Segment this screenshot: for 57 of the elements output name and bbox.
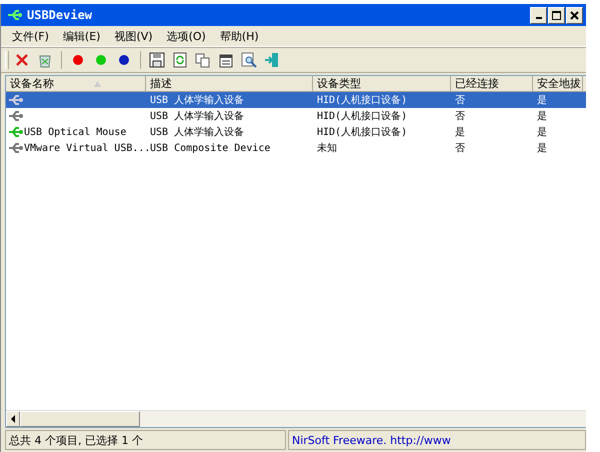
table-cell-text: 否: [455, 110, 465, 123]
door-icon: [264, 52, 280, 68]
table-cell-text: HID(人机接口设备): [317, 94, 408, 107]
table-cell-text: USB 人体学输入设备: [150, 126, 244, 139]
column-header[interactable]: 设备名称: [6, 76, 146, 91]
table-cell-text: 是: [537, 94, 547, 107]
dot-icon: [72, 54, 84, 66]
menu-item[interactable]: 视图(V): [107, 28, 160, 44]
menu-item[interactable]: 帮助(H): [212, 28, 266, 44]
save-button[interactable]: [147, 50, 167, 70]
search-icon: [241, 52, 257, 68]
table-cell-text: 否: [455, 94, 465, 107]
floppy-icon: [149, 52, 165, 68]
maximize-button[interactable]: [548, 6, 565, 24]
table-cell: USB Optical Mouse: [24, 126, 126, 138]
scroll-left-button[interactable]: [6, 411, 20, 427]
column-header[interactable]: 描述: [146, 76, 313, 91]
table-cell-text: 是: [537, 142, 547, 155]
table-cell: VMware Virtual USB...: [24, 142, 150, 154]
minimize-button[interactable]: [530, 6, 547, 24]
document-icon: [218, 52, 234, 68]
dot-icon: [95, 54, 107, 66]
dot-icon: [118, 54, 130, 66]
usb-icon: [7, 8, 23, 22]
table-cell-text: 未知: [317, 142, 337, 155]
menu-item[interactable]: 编辑(E): [56, 28, 108, 44]
table-row[interactable]: USB Optical Mouse USB 人体学输入设备 HID(人机接口设备) 是 是: [6, 124, 586, 140]
refresh-icon: [172, 52, 188, 68]
copy-icon: [195, 52, 211, 68]
table-cell-text: 是: [537, 126, 547, 139]
table-cell-text: HID(人机接口设备): [317, 126, 408, 139]
table-cell-text: USB 人体学输入设备: [150, 94, 244, 107]
cross-icon: [14, 52, 30, 68]
table-row[interactable]: USB 人体学输入设备 HID(人机接口设备) 否 是: [6, 108, 586, 124]
status-text: 总共 4 个项目, 已选择 1 个: [5, 430, 286, 450]
table-cell-text: HID(人机接口设备): [317, 110, 408, 123]
scrollbar-thumb[interactable]: [20, 411, 140, 427]
left-arrow-icon: [10, 415, 16, 423]
table-row[interactable]: VMware Virtual USB...USB Composite Device 未知 否 是: [6, 140, 586, 156]
status-link[interactable]: NirSoft Freeware. http://www: [288, 430, 586, 450]
column-header[interactable]: 已经连接: [451, 76, 533, 91]
table-cell-text: USB 人体学输入设备: [150, 110, 244, 123]
table-cell: USB Composite Device: [150, 142, 270, 154]
close-button[interactable]: [566, 6, 583, 24]
menu-item[interactable]: 文件(F): [5, 28, 56, 44]
window-title: USBDeview: [27, 8, 94, 22]
find-button[interactable]: [239, 50, 259, 70]
table-cell-text: 否: [455, 142, 465, 155]
maximize-icon: [552, 10, 561, 20]
close-icon: [570, 10, 579, 20]
horizontal-scrollbar[interactable]: [6, 410, 586, 427]
column-header[interactable]: 安全地拔: [533, 76, 583, 91]
table-cell-text: 是: [455, 126, 465, 139]
menu-item[interactable]: 选项(O): [160, 28, 213, 44]
table-row[interactable]: USB 人体学输入设备 HID(人机接口设备) 否 是: [6, 92, 586, 108]
column-header[interactable]: 设备类型: [313, 76, 451, 91]
table-cell-text: 是: [537, 110, 547, 123]
